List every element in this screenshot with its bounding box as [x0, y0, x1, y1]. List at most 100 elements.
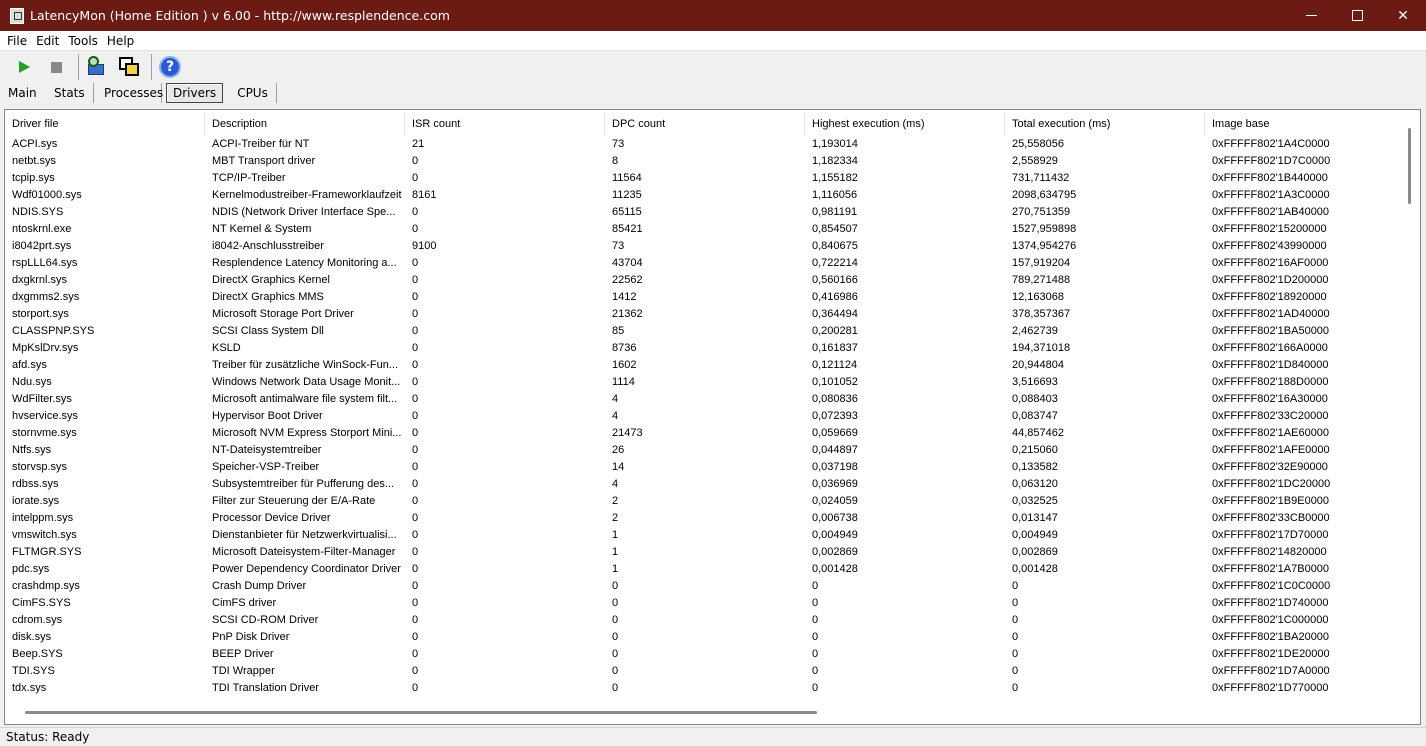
- column-header-highest-execution[interactable]: Highest execution (ms): [805, 112, 1005, 136]
- cell-image-base: 0xFFFFF802'33CB0000: [1212, 512, 1330, 524]
- menu-file[interactable]: File: [7, 34, 27, 48]
- cell-dpc-count: 11564: [612, 172, 642, 184]
- cell-driver-file: CLASSPNP.SYS: [12, 325, 95, 337]
- cell-isr-count: 0: [412, 580, 419, 592]
- table-row[interactable]: tcpip.sys TCP/IP-Treiber 0 11564 1,155182 731…: [5, 170, 1405, 187]
- cell-dpc-count: 43704: [612, 257, 643, 269]
- table-row[interactable]: rspLLL64.sys Resplendence Latency Monitor…: [5, 255, 1405, 272]
- analyze-button[interactable]: [83, 53, 111, 81]
- column-header-image-base[interactable]: Image base: [1205, 112, 1405, 136]
- cell-driver-file: NDIS.SYS: [12, 206, 64, 218]
- table-row[interactable]: Ndu.sys Windows Network Data Usage Monit.…: [5, 374, 1405, 391]
- cell-highest-execution: 0: [812, 665, 819, 677]
- table-row[interactable]: pdc.sys Power Dependency Coordinator Driv…: [5, 561, 1405, 578]
- menu-tools[interactable]: Tools: [68, 34, 98, 48]
- cell-dpc-count: 22562: [612, 274, 643, 286]
- table-row[interactable]: disk.sys PnP Disk Driver 0 0 0 0 0xFFFFF802'1B…: [5, 629, 1405, 646]
- table-row[interactable]: ACPI.sys ACPI-Treiber für NT 21 73 1,193014 2…: [5, 136, 1405, 153]
- cell-image-base: 0xFFFFF802'1AE60000: [1212, 427, 1330, 439]
- cell-total-execution: 0,083747: [1012, 410, 1058, 422]
- table-row[interactable]: NDIS.SYS NDIS (Network Driver Interface S…: [5, 204, 1405, 221]
- table-row[interactable]: hvservice.sys Hypervisor Boot Driver 0 4 0,0…: [5, 408, 1405, 425]
- cell-isr-count: 0: [412, 461, 419, 473]
- cell-dpc-count: 4: [612, 410, 619, 422]
- cell-description: Speicher-VSP-Treiber: [212, 461, 320, 473]
- vertical-scroll-thumb[interactable]: [1408, 128, 1411, 204]
- table-row[interactable]: Ntfs.sys NT-Dateisystemtreiber 0 26 0,044897…: [5, 442, 1405, 459]
- table-row[interactable]: crashdmp.sys Crash Dump Driver 0 0 0 0 0xFFFFF…: [5, 578, 1405, 595]
- start-button[interactable]: [10, 53, 38, 81]
- vertical-scrollbar[interactable]: [1404, 110, 1420, 702]
- minimize-button[interactable]: [1288, 0, 1334, 31]
- tab-processes[interactable]: Processes: [94, 83, 163, 103]
- cell-driver-file: stornvme.sys: [12, 427, 77, 439]
- windows-icon: [118, 56, 140, 78]
- close-button[interactable]: ✕: [1380, 0, 1426, 31]
- help-button[interactable]: ?: [156, 53, 184, 81]
- cell-isr-count: 0: [412, 342, 419, 354]
- table-row[interactable]: Beep.SYS BEEP Driver 0 0 0 0 0xFFFFF802'1DE200…: [5, 646, 1405, 663]
- cell-driver-file: dxgmms2.sys: [12, 291, 80, 303]
- table-row[interactable]: CLASSPNP.SYS SCSI Class System Dll 0 85 0,20…: [5, 323, 1405, 340]
- horizontal-scroll-thumb[interactable]: [25, 711, 817, 714]
- table-row[interactable]: netbt.sys MBT Transport driver 0 8 1,182334 2…: [5, 153, 1405, 170]
- tab-drivers[interactable]: Drivers: [166, 83, 224, 103]
- cell-dpc-count: 73: [612, 240, 625, 252]
- cell-dpc-count: 1: [612, 529, 619, 541]
- cell-driver-file: FLTMGR.SYS: [12, 546, 82, 558]
- table-row[interactable]: FLTMGR.SYS Microsoft Dateisystem-Filter-M…: [5, 544, 1405, 561]
- play-icon: [18, 61, 30, 73]
- table-row[interactable]: dxgmms2.sys DirectX Graphics MMS 0 1412 0,41…: [5, 289, 1405, 306]
- cell-total-execution: 270,751359: [1012, 206, 1071, 218]
- table-row[interactable]: tdx.sys TDI Translation Driver 0 0 0 0 0xFFFFF…: [5, 680, 1405, 697]
- cell-description: BEEP Driver: [212, 648, 274, 660]
- cell-total-execution: 0,001428: [1012, 563, 1058, 575]
- table-row[interactable]: Wdf01000.sys Kernelmodustreiber-Framework…: [5, 187, 1405, 204]
- cell-driver-file: MpKslDrv.sys: [12, 342, 79, 354]
- table-row[interactable]: iorate.sys Filter zur Steuerung der E/A-R…: [5, 493, 1405, 510]
- cell-highest-execution: 1,193014: [812, 138, 858, 150]
- cell-total-execution: 0: [1012, 648, 1019, 660]
- cell-image-base: 0xFFFFF802'1AFE0000: [1212, 444, 1330, 456]
- tab-main[interactable]: Main: [0, 83, 48, 103]
- stop-button[interactable]: [42, 53, 70, 81]
- table-row[interactable]: storvsp.sys Speicher-VSP-Treiber 0 14 0,0371…: [5, 459, 1405, 476]
- menu-help[interactable]: Help: [107, 34, 134, 48]
- table-row[interactable]: afd.sys Treiber für zusätzliche WinSock-F…: [5, 357, 1405, 374]
- column-header-dpc-count[interactable]: DPC count: [605, 112, 805, 136]
- column-header-isr-count[interactable]: ISR count: [405, 112, 605, 136]
- menu-edit[interactable]: Edit: [36, 34, 59, 48]
- horizontal-scrollbar[interactable]: [5, 702, 1405, 724]
- cell-highest-execution: 0,364494: [812, 308, 858, 320]
- table-row[interactable]: rdbss.sys Subsystemtreiber für Pufferung …: [5, 476, 1405, 493]
- table-row[interactable]: MpKslDrv.sys KSLD 0 8736 0,161837 194,371018 0…: [5, 340, 1405, 357]
- cell-description: DirectX Graphics MMS: [212, 291, 324, 303]
- cell-highest-execution: 0,024059: [812, 495, 858, 507]
- minimize-icon: [1305, 15, 1317, 16]
- maximize-button[interactable]: [1334, 0, 1380, 31]
- table-row[interactable]: vmswitch.sys Dienstanbieter für Netzwerkv…: [5, 527, 1405, 544]
- table-row[interactable]: CimFS.SYS CimFS driver 0 0 0 0 0xFFFFF802'1D74…: [5, 595, 1405, 612]
- cell-driver-file: rspLLL64.sys: [12, 257, 78, 269]
- tab-stats[interactable]: Stats: [48, 83, 94, 103]
- table-row[interactable]: TDI.SYS TDI Wrapper 0 0 0 0 0xFFFFF802'1D7A000…: [5, 663, 1405, 680]
- column-header-total-execution[interactable]: Total execution (ms): [1005, 112, 1205, 136]
- table-row[interactable]: intelppm.sys Processor Device Driver 0 2 0,0…: [5, 510, 1405, 527]
- cell-total-execution: 44,857462: [1012, 427, 1064, 439]
- table-body: ACPI.sys ACPI-Treiber für NT 21 73 1,193014 2…: [5, 136, 1405, 702]
- table-row[interactable]: storport.sys Microsoft Storage Port Drive…: [5, 306, 1405, 323]
- cell-highest-execution: 0,840675: [812, 240, 858, 252]
- tab-cpus[interactable]: CPUs: [227, 83, 278, 103]
- cell-highest-execution: 0: [812, 597, 819, 609]
- table-row[interactable]: ntoskrnl.exe NT Kernel & System 0 85421 0,85…: [5, 221, 1405, 238]
- table-row[interactable]: WdFilter.sys Microsoft antimalware file s…: [5, 391, 1405, 408]
- table-row[interactable]: cdrom.sys SCSI CD-ROM Driver 0 0 0 0 0xFFFFF80…: [5, 612, 1405, 629]
- table-row[interactable]: i8042prt.sys i8042-Anschlusstreiber 9100 73…: [5, 238, 1405, 255]
- windows-button[interactable]: [115, 53, 143, 81]
- cell-dpc-count: 8: [612, 155, 619, 167]
- table-row[interactable]: dxgkrnl.sys DirectX Graphics Kernel 0 22562…: [5, 272, 1405, 289]
- drivers-table: Driver file Description ISR count DPC co…: [4, 109, 1421, 725]
- column-header-driver-file[interactable]: Driver file: [5, 112, 205, 136]
- column-header-description[interactable]: Description: [205, 112, 405, 136]
- table-row[interactable]: stornvme.sys Microsoft NVM Express Storpo…: [5, 425, 1405, 442]
